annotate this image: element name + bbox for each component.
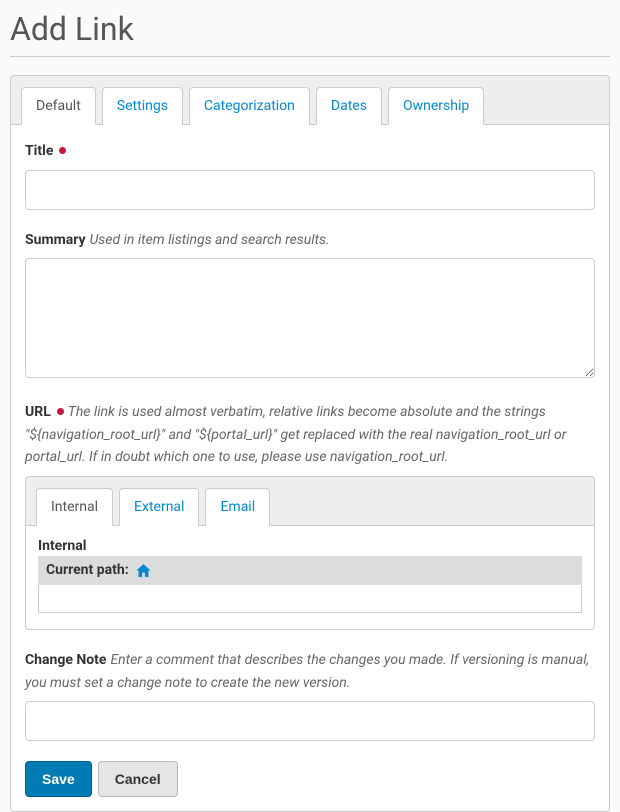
field-title: Title [25, 139, 595, 210]
home-icon[interactable] [135, 562, 152, 579]
save-button[interactable]: Save [25, 761, 92, 797]
summary-label: Summary [25, 232, 86, 248]
summary-help: Used in item listings and search results… [89, 232, 329, 248]
field-change-note: Change Note Enter a comment that describ… [25, 648, 595, 741]
change-note-input[interactable] [25, 701, 595, 741]
path-input[interactable] [38, 585, 582, 613]
button-row: Save Cancel [25, 761, 595, 797]
path-bar: Current path: [38, 556, 582, 585]
current-path-label: Current path: [46, 562, 129, 578]
url-tabs: Internal External Email [25, 476, 595, 525]
url-tab-external[interactable]: External [119, 488, 199, 526]
main-tabs: Default Settings Categorization Dates Ow… [10, 75, 610, 124]
tab-settings[interactable]: Settings [102, 87, 183, 125]
required-icon [57, 408, 64, 415]
field-url: URL The link is used almost verbatim, re… [25, 400, 595, 630]
tab-dates[interactable]: Dates [316, 87, 382, 125]
summary-textarea[interactable] [25, 258, 595, 378]
change-note-help: Enter a comment that describes the chang… [25, 652, 589, 691]
title-input[interactable] [25, 170, 595, 210]
url-help: The link is used almost verbatim, relati… [25, 404, 566, 465]
url-tab-internal[interactable]: Internal [36, 488, 113, 526]
title-label: Title [25, 143, 53, 159]
page-title: Add Link [10, 10, 610, 48]
url-panel: Internal Current path: [25, 525, 595, 630]
tab-default[interactable]: Default [21, 87, 96, 125]
url-tab-email[interactable]: Email [205, 488, 270, 526]
url-section-label: Internal [38, 538, 582, 554]
url-label: URL [25, 404, 51, 420]
divider [10, 56, 610, 57]
required-icon [59, 147, 66, 154]
change-note-label: Change Note [25, 652, 106, 668]
form-panel: Title Summary Used in item listings and … [10, 124, 610, 812]
cancel-button[interactable]: Cancel [98, 761, 178, 797]
tab-ownership[interactable]: Ownership [388, 87, 484, 125]
tab-categorization[interactable]: Categorization [189, 87, 310, 125]
field-summary: Summary Used in item listings and search… [25, 228, 595, 383]
